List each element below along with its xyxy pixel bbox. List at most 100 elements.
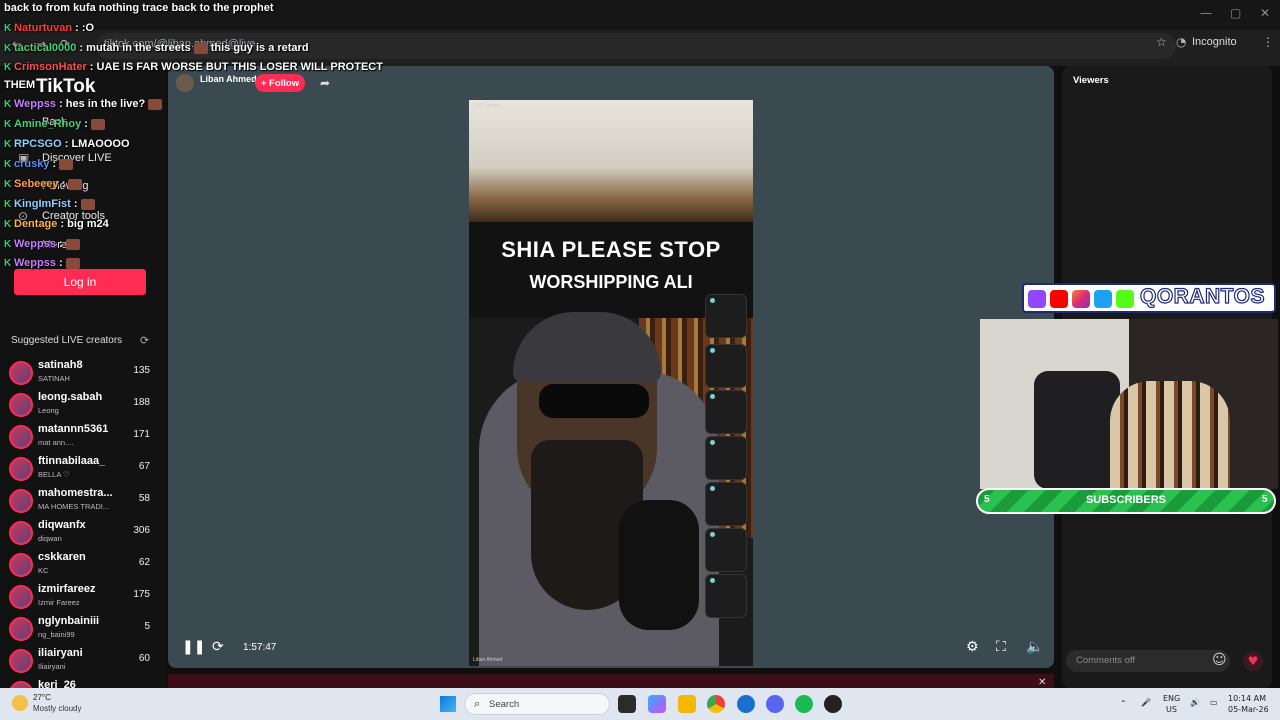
refresh-stream-icon[interactable]: ⟳ [212, 639, 224, 655]
kick-badge-icon: K [4, 119, 12, 130]
youtube-icon [1050, 290, 1068, 308]
video-name: Liban Ahmed [473, 657, 503, 663]
live-video[interactable]: SHIA PLEASE STOP WORSHIPPING ALI LIVE cr… [469, 100, 753, 666]
avatar [9, 649, 33, 673]
avatar [9, 553, 33, 577]
creator-row[interactable]: diqwanfx diqwan 306 [0, 519, 166, 551]
chat-text: back to from kufa nothing trace back to … [4, 2, 274, 14]
kick-badge-icon: K [4, 258, 12, 269]
battery-icon[interactable]: ▭ [1210, 698, 1218, 707]
share-icon[interactable]: ➦ [320, 76, 330, 90]
chat-text: : [49, 158, 57, 170]
emote-icon [65, 257, 80, 269]
kick-icon [1116, 290, 1134, 308]
kick-badge-icon: K [4, 179, 12, 190]
chat-username: Weppss [14, 257, 56, 269]
host-name[interactable]: Liban Ahmed [200, 74, 257, 84]
avatar [9, 489, 33, 513]
viewer-count: 188 [133, 397, 150, 408]
chat-message: K Weppss : hes in the live? [4, 98, 163, 110]
banner-line-2: WORSHIPPING ALI [529, 272, 693, 292]
fullscreen-icon[interactable]: ⛶ [996, 639, 1006, 655]
obs-icon[interactable] [824, 695, 842, 713]
app-icon[interactable] [737, 695, 755, 713]
creator-row[interactable]: iliairyani Iliairyani 60 [0, 647, 166, 679]
chat-text: : [81, 118, 88, 130]
tray-chevron-icon[interactable]: ⌃ [1120, 699, 1127, 708]
follow-button[interactable]: + Follow [255, 74, 305, 92]
guest-thumb[interactable] [705, 436, 747, 480]
chrome-icon[interactable] [707, 695, 725, 713]
discord-icon[interactable] [766, 695, 784, 713]
chat-message: THEM [4, 79, 35, 91]
guest-thumb[interactable] [705, 294, 747, 338]
taskbar-search[interactable] [464, 693, 610, 715]
viewer-count: 58 [138, 493, 150, 504]
mic-icon[interactable]: 🎤 [1141, 698, 1151, 707]
strip-close-icon[interactable]: ✕ [1038, 677, 1046, 688]
creator-name: leong.sabah [38, 391, 103, 403]
file-explorer-icon[interactable] [678, 695, 696, 713]
subs-count-right: 5 [1262, 494, 1268, 505]
viewer-count: 67 [138, 461, 150, 472]
creator-row[interactable]: izmirfareez Izmir Fareez 175 [0, 583, 166, 615]
viewer-count: 306 [133, 525, 150, 536]
creator-row[interactable]: nglynbainiii ng_baini99 5 [0, 615, 166, 647]
sunglasses [539, 384, 649, 418]
bookmark-star-icon[interactable]: ☆ [1156, 35, 1167, 49]
menu-kebab-icon[interactable]: ⋮ [1262, 35, 1274, 49]
guest-thumb[interactable] [705, 482, 747, 526]
tiktok-logo[interactable]: TikTok [36, 76, 95, 98]
chat-username: crusky [14, 158, 50, 170]
host-avatar[interactable] [176, 74, 194, 92]
kick-badge-icon: K [4, 23, 12, 34]
creator-subtitle: Izmir Fareez [38, 598, 80, 607]
video-tag: LIVE creator [473, 103, 501, 109]
creator-row[interactable]: cskkaren KC 62 [0, 551, 166, 583]
weather-status[interactable]: Mostly cloudy [33, 704, 81, 713]
creator-subtitle: MA HOMES TRADI... [38, 502, 110, 511]
clock-time[interactable]: 10:14 AM [1228, 694, 1266, 703]
guest-thumb[interactable] [705, 528, 747, 572]
twitch-icon [1028, 290, 1046, 308]
creator-row[interactable]: matannn5361 mat ann.... 171 [0, 423, 166, 455]
emoji-icon[interactable]: ☺ [1212, 652, 1227, 668]
guest-thumb[interactable] [705, 390, 747, 434]
speaker-icon[interactable]: 🔊 [1190, 698, 1200, 707]
lang-top[interactable]: ENG [1163, 694, 1180, 703]
minimize-button[interactable]: — [1200, 6, 1212, 20]
pause-icon[interactable]: ❚❚ [182, 639, 205, 655]
copilot-icon[interactable] [648, 695, 666, 713]
creator-row[interactable]: satinah8 SATINAH 135 [0, 359, 166, 391]
creator-row[interactable]: mahomestra... MA HOMES TRADI... 58 [0, 487, 166, 519]
volume-icon[interactable]: 🔈 [1026, 639, 1043, 655]
refresh-icon[interactable]: ⟳ [140, 334, 149, 347]
emote-icon [65, 238, 80, 250]
clock-date[interactable]: 05-Mar-26 [1228, 705, 1269, 714]
viewer-count: 5 [144, 621, 150, 632]
chat-text: : [55, 257, 63, 269]
chat-username: CrimsonHater [14, 61, 87, 73]
weather-icon [12, 695, 28, 711]
settings-icon[interactable]: ⚙ [966, 639, 979, 655]
lang-bottom[interactable]: US [1166, 705, 1177, 714]
heart-icon[interactable]: ♥ [1243, 651, 1263, 671]
chat-message: K RPCSGO : LMAOOOO [4, 138, 130, 150]
creator-row[interactable]: leong.sabah Leong 188 [0, 391, 166, 423]
chat-username: Dentage [14, 218, 58, 230]
guest-thumb[interactable] [705, 344, 747, 388]
video-background [469, 100, 753, 222]
creator-row[interactable]: ftinnabilaaa_ BELLA ♡ 67 [0, 455, 166, 487]
kick-badge-icon: K [4, 62, 12, 73]
creator-name: mahomestra... [38, 487, 113, 499]
stream-time: 1:57:47 [243, 642, 277, 653]
emote-icon [59, 158, 74, 170]
guest-thumb[interactable] [705, 574, 747, 618]
maximize-button[interactable]: ▢ [1230, 6, 1241, 20]
weather-temp[interactable]: 27°C [33, 693, 51, 702]
close-window-button[interactable]: ✕ [1260, 6, 1270, 20]
spotify-icon[interactable] [795, 695, 813, 713]
task-view-icon[interactable] [618, 695, 636, 713]
windows-start-icon[interactable] [440, 696, 456, 712]
login-button[interactable]: Log in [14, 269, 146, 295]
